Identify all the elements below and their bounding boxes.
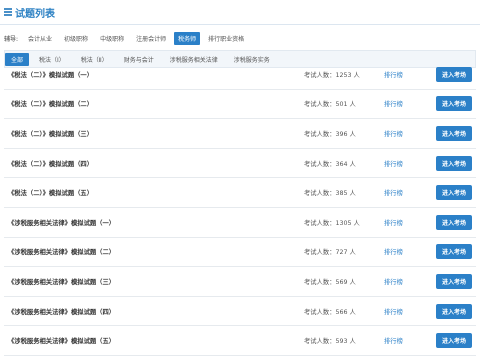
paper-row: 《涉税服务相关法律》模拟试题（五） 考试人数：593 人排行榜 进入考场	[4, 326, 476, 356]
ranking-link[interactable]: 排行榜	[384, 336, 436, 345]
enter-exam-button[interactable]: 进入考场	[436, 96, 473, 112]
paper-row: 《涉税服务相关法律》模拟试题（四） 考试人数：566 人排行榜 进入考场	[4, 297, 476, 327]
exam-count-label: 考试人数：	[304, 308, 336, 316]
paper-row: 《涉税服务相关法律》模拟试题（一） 考试人数：1305 人排行榜 进入考场	[4, 208, 476, 238]
exam-filter-item[interactable]: 排行职业资格	[204, 32, 248, 45]
exam-count: 考试人数：727 人	[304, 247, 384, 256]
ranking-link[interactable]: 排行榜	[384, 277, 436, 286]
page-header: 试题列表	[0, 0, 480, 25]
exam-count: 考试人数：1305 人	[304, 218, 384, 227]
exam-count: 考试人数：1253 人	[304, 70, 384, 79]
exam-filter-item[interactable]: 注册会计师	[132, 32, 170, 45]
exam-filter-label: 辅导:	[4, 35, 19, 43]
paper-name[interactable]: 《税法（二）》模拟试题（二）	[4, 99, 304, 108]
exam-filter-item[interactable]: 会计从业	[24, 32, 56, 45]
exam-count-label: 考试人数：	[304, 160, 336, 168]
ranking-link[interactable]: 排行榜	[384, 99, 436, 108]
paper-row: 《税法（二）》模拟试题（五） 考试人数：385 人排行榜 进入考场	[4, 178, 476, 208]
list-icon	[4, 8, 12, 16]
exam-filter-item[interactable]: 初级职称	[60, 32, 92, 45]
paper-name[interactable]: 《税法（二）》模拟试题（三）	[4, 129, 304, 138]
exam-count: 考试人数：396 人	[304, 129, 384, 138]
paper-name[interactable]: 《税法（二）》模拟试题（五）	[4, 188, 304, 197]
exam-count-value: 593 人	[335, 338, 356, 346]
enter-exam-button[interactable]: 进入考场	[436, 125, 473, 141]
exam-count-value: 385 人	[335, 190, 356, 198]
exam-count-value: 501 人	[335, 101, 356, 109]
exam-count: 考试人数：385 人	[304, 188, 384, 197]
paper-row: 《涉税服务相关法律》模拟试题（三） 考试人数：569 人排行榜 进入考场	[4, 267, 476, 297]
exam-count-value: 1253 人	[335, 71, 360, 79]
exam-count-label: 考试人数：	[304, 219, 336, 227]
exam-count: 考试人数：569 人	[304, 277, 384, 286]
enter-exam-button[interactable]: 进入考场	[436, 273, 473, 289]
ranking-link[interactable]: 排行榜	[384, 218, 436, 227]
enter-exam-button[interactable]: 进入考场	[436, 185, 473, 201]
exam-count-label: 考试人数：	[304, 249, 336, 257]
page-title: 试题列表	[15, 8, 55, 20]
exam-count-value: 566 人	[335, 308, 356, 316]
exam-filter-item-active[interactable]: 税务师	[174, 31, 201, 45]
exam-count-label: 考试人数：	[304, 338, 336, 346]
enter-exam-button[interactable]: 进入考场	[436, 66, 473, 82]
exam-count: 考试人数：566 人	[304, 307, 384, 316]
enter-exam-button[interactable]: 进入考场	[436, 333, 473, 349]
paper-row: 《涉税服务相关法律》模拟试题（二） 考试人数：727 人排行榜 进入考场	[4, 238, 476, 268]
paper-name[interactable]: 《涉税服务相关法律》模拟试题（三）	[4, 277, 304, 286]
ranking-link[interactable]: 排行榜	[384, 70, 436, 79]
ranking-link[interactable]: 排行榜	[384, 247, 436, 256]
paper-name[interactable]: 《涉税服务相关法律》模拟试题（二）	[4, 247, 304, 256]
exam-count-value: 364 人	[335, 160, 356, 168]
exam-count-label: 考试人数：	[304, 130, 336, 138]
paper-name[interactable]: 《税法（二）》模拟试题（四）	[4, 159, 304, 168]
paper-list: 《税法（二）》模拟试题（一） 考试人数：1253 人排行榜 进入考场 《税法（二）》模…	[4, 60, 476, 356]
ranking-link[interactable]: 排行榜	[384, 129, 436, 138]
exam-count: 考试人数：501 人	[304, 99, 384, 108]
enter-exam-button[interactable]: 进入考场	[436, 303, 473, 319]
paper-row: 《税法（二）》模拟试题（三） 考试人数：396 人排行榜 进入考场	[4, 119, 476, 149]
exam-count-value: 727 人	[335, 249, 356, 257]
paper-name[interactable]: 《涉税服务相关法律》模拟试题（一）	[4, 218, 304, 227]
exam-count-label: 考试人数：	[304, 278, 336, 286]
enter-exam-button[interactable]: 进入考场	[436, 214, 473, 230]
exam-count-value: 396 人	[335, 130, 356, 138]
enter-exam-button[interactable]: 进入考场	[436, 155, 473, 171]
exam-count: 考试人数：364 人	[304, 159, 384, 168]
exam-filter-bar: 辅导: 会计从业 初级职称 中级职称 注册会计师 税务师 排行职业资格	[0, 27, 480, 49]
ranking-link[interactable]: 排行榜	[384, 307, 436, 316]
paper-name[interactable]: 《税法（二）》模拟试题（一）	[4, 70, 304, 79]
exam-count-value: 1305 人	[335, 219, 360, 227]
paper-row: 《税法（二）》模拟试题（四） 考试人数：364 人排行榜 进入考场	[4, 149, 476, 179]
exam-count-label: 考试人数：	[304, 101, 336, 109]
exam-count-label: 考试人数：	[304, 71, 336, 79]
exam-count-value: 569 人	[335, 278, 356, 286]
exam-filter-item[interactable]: 中级职称	[96, 32, 128, 45]
paper-name[interactable]: 《涉税服务相关法律》模拟试题（五）	[4, 336, 304, 345]
paper-row: 《税法（二）》模拟试题（一） 考试人数：1253 人排行榜 进入考场	[4, 60, 476, 90]
ranking-link[interactable]: 排行榜	[384, 159, 436, 168]
enter-exam-button[interactable]: 进入考场	[436, 244, 473, 260]
paper-name[interactable]: 《涉税服务相关法律》模拟试题（四）	[4, 307, 304, 316]
paper-row: 《税法（二）》模拟试题（二） 考试人数：501 人排行榜 进入考场	[4, 90, 476, 120]
exam-count: 考试人数：593 人	[304, 336, 384, 345]
exam-count-label: 考试人数：	[304, 190, 336, 198]
ranking-link[interactable]: 排行榜	[384, 188, 436, 197]
